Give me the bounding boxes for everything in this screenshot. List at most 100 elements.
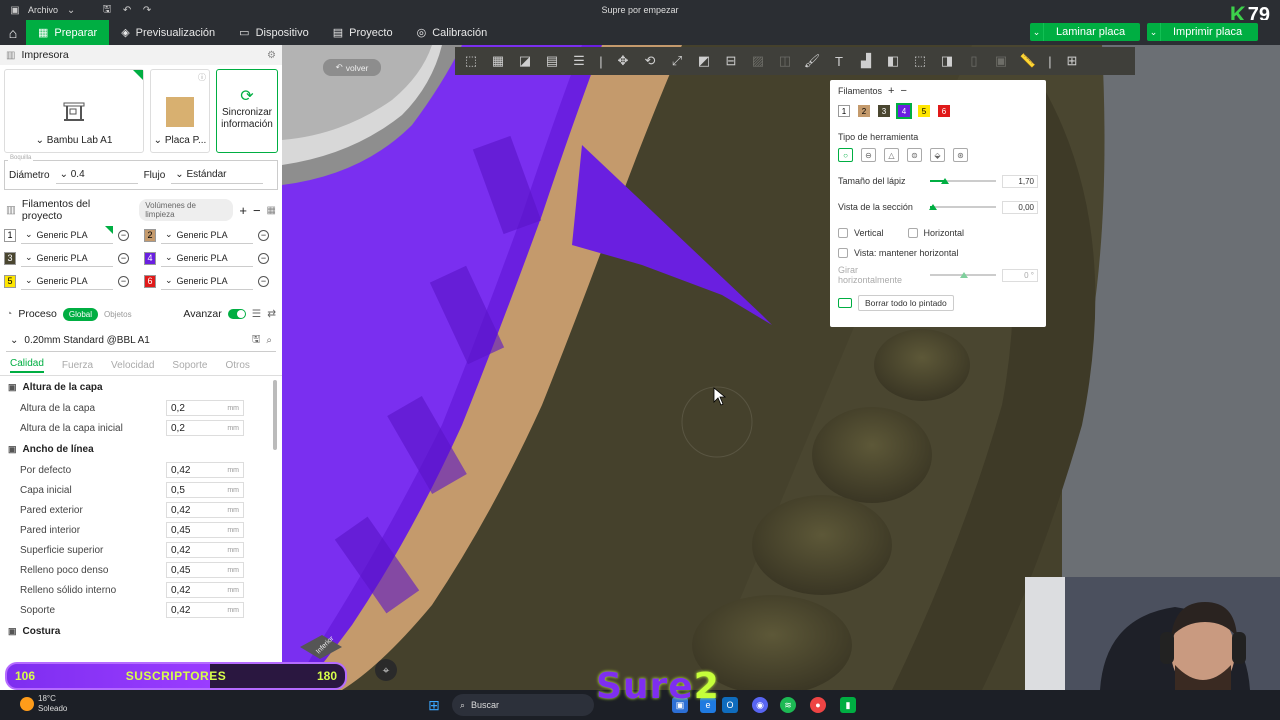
layers-list-icon[interactable]: ☰ (567, 49, 591, 73)
param-input[interactable]: 0,42 mm (166, 542, 244, 558)
paint-swatch[interactable]: 3 (878, 105, 890, 117)
gap-fill-tool-icon[interactable]: ⊛ (953, 148, 968, 162)
gear-icon[interactable]: ⚙ (267, 50, 276, 61)
keep-horizontal-checkbox[interactable] (838, 248, 848, 258)
camera-reset-icon[interactable]: ⌖ (375, 659, 397, 681)
tab-prepare[interactable]: ▦ Preparar (26, 20, 110, 45)
filament-number[interactable]: 1 (4, 228, 16, 242)
add-object-icon[interactable]: ⬚ (459, 49, 483, 73)
remove-filament-icon[interactable]: − (258, 275, 269, 287)
filament-settings-icon[interactable]: ▦ (267, 205, 276, 216)
print-button[interactable]: ⌄ Imprimir placa (1147, 23, 1258, 41)
list-icon[interactable]: ☰ (252, 308, 261, 320)
paint-swatch[interactable]: 2 (858, 105, 870, 117)
seam-paint-icon[interactable]: ◫ (773, 49, 797, 73)
weather-widget[interactable]: 18°C Soleado (20, 694, 67, 714)
back-button[interactable]: ↶ volver (323, 59, 381, 76)
triangle-tool-icon[interactable]: △ (884, 148, 899, 162)
param-input[interactable]: 0,45 mm (166, 522, 244, 538)
rotate-icon[interactable]: ⟲ (638, 49, 662, 73)
tab-project[interactable]: ▤ Proyecto (321, 20, 405, 45)
fill-tool-icon[interactable]: ⬙ (930, 148, 945, 162)
chevron-down-icon[interactable]: ⌄ (1147, 23, 1161, 41)
param-input[interactable]: 0,42 mm (166, 602, 244, 618)
horizontal-checkbox[interactable] (907, 228, 918, 238)
filament-select[interactable]: ⌄ Generic PLA (161, 272, 253, 290)
collapse-icon[interactable]: ▣ (8, 626, 17, 637)
param-group-header[interactable]: ▣ Altura de la capa (0, 376, 282, 398)
search-icon[interactable]: ⌕ (266, 335, 272, 346)
home-icon[interactable]: ⌂ (0, 20, 26, 45)
file-menu[interactable]: Archivo (28, 5, 58, 15)
sphere-tool-icon[interactable]: ⊖ (861, 148, 876, 162)
param-input[interactable]: 0,42 mm (166, 582, 244, 598)
slice-button[interactable]: ⌄ Laminar placa (1030, 23, 1140, 41)
tab-preview[interactable]: ◈ Previsualización (109, 20, 227, 45)
color-paint-icon[interactable]: 🖌 (800, 49, 824, 73)
tab-calibration[interactable]: ◎ Calibración (405, 20, 500, 45)
rotate-input[interactable]: 0 ° (1002, 268, 1038, 282)
assembly-icon[interactable]: ▟ (854, 49, 878, 73)
circle-tool-icon[interactable]: ○ (838, 148, 853, 162)
filament-number[interactable]: 4 (144, 251, 156, 265)
param-input[interactable]: 0,2 mm (166, 420, 244, 436)
param-input[interactable]: 0,42 mm (166, 462, 244, 478)
cube-icon[interactable]: ◧ (881, 49, 905, 73)
vertical-checkbox[interactable] (838, 228, 848, 238)
param-group-header[interactable]: ▣ Ancho de línea (0, 438, 282, 460)
process-tab[interactable]: Calidad (10, 358, 44, 373)
process-tab[interactable]: Velocidad (111, 360, 154, 371)
remove-icon[interactable]: − (900, 85, 906, 97)
plate-selector[interactable]: ⓘ ⌄ Placa P... (150, 69, 210, 153)
filament-number[interactable]: 3 (4, 251, 16, 265)
filament-select[interactable]: ⌄ Generic PLA (21, 249, 113, 267)
pen-size-input[interactable]: 1,70 (1002, 174, 1038, 188)
section-view-input[interactable]: 0,00 (1002, 200, 1038, 214)
param-input[interactable]: 0,5 mm (166, 482, 244, 498)
add-icon[interactable]: + (888, 85, 894, 97)
filament-select[interactable]: ⌄ Generic PLA (21, 226, 113, 244)
param-input[interactable]: 0,45 mm (166, 562, 244, 578)
rotate-slider[interactable] (930, 272, 996, 278)
printer-selector[interactable]: ⌄ Bambu Lab A1 (4, 69, 144, 153)
ruler-icon[interactable]: 📏 (1016, 49, 1040, 73)
remove-filament-icon[interactable]: − (118, 252, 129, 264)
remove-icon[interactable]: − (253, 203, 261, 218)
filament-number[interactable]: 2 (144, 228, 156, 242)
brim-icon[interactable]: ▣ (989, 49, 1013, 73)
chevron-down-icon[interactable]: ⌄ (1030, 23, 1044, 41)
process-tab[interactable]: Fuerza (62, 360, 93, 371)
remove-filament-icon[interactable]: − (118, 275, 129, 287)
height-range-tool-icon[interactable]: ⊜ (907, 148, 922, 162)
support-paint-icon[interactable]: ▨ (746, 49, 770, 73)
view-options-icon[interactable]: ⊞ (1060, 49, 1084, 73)
remove-filament-icon[interactable]: − (258, 229, 269, 241)
remove-filament-icon[interactable]: − (118, 229, 129, 241)
filament-select[interactable]: ⌄ Generic PLA (21, 272, 113, 290)
global-toggle[interactable]: Global (62, 307, 98, 321)
filament-number[interactable]: 5 (4, 274, 16, 288)
process-tab[interactable]: Soporte (172, 360, 207, 371)
process-preset-select[interactable]: ⌄ 0.20mm Standard @BBL A1 🖫 ⌕ (6, 330, 276, 352)
flow-select[interactable]: ⌄ Estándar (171, 166, 264, 184)
pen-size-slider[interactable] (930, 178, 996, 184)
param-input[interactable]: 0,42 mm (166, 502, 244, 518)
paint-swatch[interactable]: 4 (896, 103, 912, 119)
scrollbar[interactable] (273, 380, 277, 450)
undo-icon[interactable]: ↶ (120, 5, 134, 16)
bambu-studio-icon[interactable]: ▮ (840, 697, 856, 713)
taskbar-search[interactable]: ⌕ Buscar (452, 694, 594, 716)
scale-icon[interactable]: ⤢ (665, 49, 689, 73)
text-icon[interactable]: T (827, 49, 851, 73)
info-icon[interactable]: ⓘ (198, 72, 206, 83)
paint-swatch[interactable]: 5 (918, 105, 930, 117)
param-group-header[interactable]: ▣ Costura (0, 620, 282, 642)
discord-icon[interactable]: ◉ (752, 697, 768, 713)
sync-button[interactable]: ⟳ Sincronizar información (216, 69, 278, 153)
collapse-icon[interactable]: ▣ (8, 382, 17, 393)
filament-select[interactable]: ⌄ Generic PLA (161, 249, 253, 267)
orient-icon[interactable]: ◪ (513, 49, 537, 73)
obs-icon[interactable]: ● (810, 697, 826, 713)
grid-plate-icon[interactable]: ▦ (486, 49, 510, 73)
diameter-select[interactable]: ⌄ 0.4 (55, 166, 138, 184)
